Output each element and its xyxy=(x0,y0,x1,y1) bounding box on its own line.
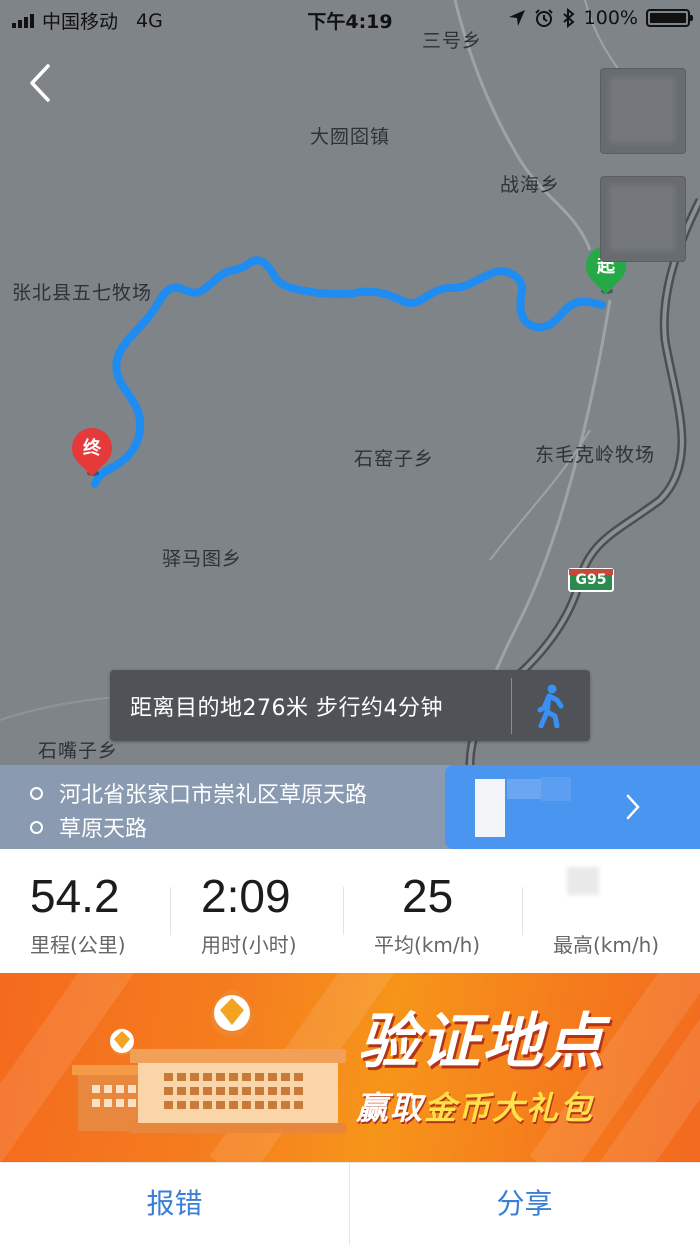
report-error-button[interactable]: 报错 xyxy=(0,1163,349,1245)
alarm-icon xyxy=(534,9,553,27)
share-button[interactable]: 分享 xyxy=(350,1163,699,1245)
place-label: 大囫囵镇 xyxy=(310,126,391,148)
trip-stats: 54.2 里程(公里) 2:09 用时(小时) 25 平均(km/h) 最高(k… xyxy=(0,849,700,973)
stat-label: 最高(km/h) xyxy=(553,933,660,957)
map-tool-button[interactable] xyxy=(600,176,686,262)
chevron-right-icon xyxy=(626,794,640,820)
road-shield-label: G95 xyxy=(575,572,607,588)
bluetooth-icon xyxy=(563,8,575,28)
status-bar: 中国移动 4G 下午4:19 100% xyxy=(0,0,700,38)
address-line-2: 草原天路 xyxy=(59,817,148,842)
place-label: 战海乡 xyxy=(500,174,561,196)
place-label: 石嘴子乡 xyxy=(38,740,119,762)
walk-navigation-button[interactable] xyxy=(512,670,590,741)
location-arrow-icon xyxy=(508,10,525,26)
end-marker[interactable]: 终 xyxy=(63,419,121,484)
banner-subtitle-highlight: 金币大礼包 xyxy=(424,1089,595,1127)
stat-label: 用时(小时) xyxy=(201,933,297,957)
battery-icon xyxy=(646,9,693,27)
map-view[interactable]: G95 三号乡 大囫囵镇 战海乡 张北县五七牧场 石窑子乡 东毛克岭牧场 驿马图… xyxy=(0,0,700,765)
stat-value: 54.2 xyxy=(30,870,120,922)
dot-icon xyxy=(30,820,43,834)
address-line-1: 河北省张家口市崇礼区草原天路 xyxy=(59,783,368,808)
stat-average-speed: 25 平均(km/h) xyxy=(344,849,522,973)
stat-label: 里程(公里) xyxy=(30,933,126,957)
stat-max-speed: 最高(km/h) xyxy=(523,849,700,973)
address-bar: 河北省张家口市崇礼区草原天路 草原天路 xyxy=(0,765,700,849)
route-line xyxy=(91,256,606,488)
address-row-start: 河北省张家口市崇礼区草原天路 xyxy=(30,777,367,809)
battery-percent: 100% xyxy=(583,7,638,29)
banner-title: 验证地点 xyxy=(358,1007,606,1077)
back-button[interactable] xyxy=(20,58,64,108)
map-layer-button[interactable] xyxy=(600,68,686,154)
bottom-action-bar: 报错 分享 xyxy=(0,1162,700,1245)
walking-person-icon xyxy=(537,684,564,728)
place-label: 驿马图乡 xyxy=(162,548,243,570)
place-label: 东毛克岭牧场 xyxy=(535,444,656,466)
place-label: 石窑子乡 xyxy=(354,448,435,470)
banner-subtitle-prefix: 赢取 xyxy=(356,1089,425,1127)
map-roads xyxy=(0,0,700,765)
stat-value: 25 xyxy=(402,870,454,922)
end-marker-label: 终 xyxy=(83,438,101,459)
walk-hint-panel: 距离目的地276米 步行约4分钟 xyxy=(110,670,590,741)
building-illustration xyxy=(72,989,346,1133)
stat-label: 平均(km/h) xyxy=(374,933,481,957)
promo-banner[interactable]: 验证地点 赢取金币大礼包 xyxy=(0,973,700,1162)
walk-hint-text: 距离目的地276米 步行约4分钟 xyxy=(130,695,443,721)
stat-duration: 2:09 用时(小时) xyxy=(171,849,343,973)
chevron-left-icon xyxy=(30,64,50,102)
stat-value: 2:09 xyxy=(201,870,291,922)
dot-icon xyxy=(30,786,43,800)
place-label: 张北县五七牧场 xyxy=(12,282,153,304)
blurred-value xyxy=(567,867,599,895)
banner-subtitle: 赢取金币大礼包 xyxy=(356,1083,594,1129)
route-detail-button[interactable] xyxy=(445,765,700,849)
stat-distance: 54.2 里程(公里) xyxy=(0,849,170,973)
address-row-end: 草原天路 xyxy=(30,811,147,843)
